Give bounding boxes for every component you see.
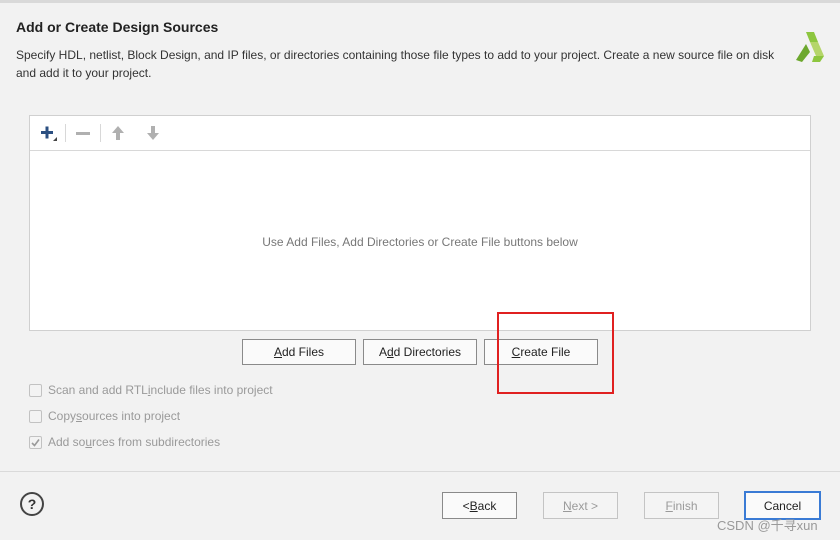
help-button[interactable]: ?	[20, 492, 44, 516]
option-label-rest: nclude files into project	[150, 383, 273, 397]
option-label: Copy	[48, 409, 77, 423]
option-copy-sources[interactable]: Copy s ources into project	[29, 407, 180, 425]
add-directories-button[interactable]: Add Directories	[363, 339, 477, 365]
watermark-text: CSDN @千寻xun	[717, 518, 818, 533]
add-directories-label: A	[378, 345, 387, 359]
option-label-rest: rces from subdirectories	[92, 435, 221, 449]
add-button[interactable]	[37, 123, 59, 143]
move-down-button[interactable]	[142, 123, 164, 143]
next-mnemonic: N	[562, 498, 572, 513]
add-directories-label-rest: d Directories	[393, 345, 462, 359]
add-files-label-rest: dd Files	[281, 345, 325, 359]
move-down-icon	[147, 126, 159, 140]
checkbox-checked[interactable]	[29, 435, 42, 449]
vivado-logo-icon	[796, 32, 824, 62]
top-border	[0, 0, 840, 3]
finish-button[interactable]: Finish	[644, 492, 719, 519]
file-list-toolbar	[30, 116, 810, 151]
footer-divider	[0, 471, 840, 472]
back-mnemonic: B	[469, 498, 478, 513]
back-label: <	[462, 498, 470, 513]
option-label: Scan and add RTL	[48, 383, 148, 397]
remove-icon	[76, 132, 90, 135]
option-mnemonic: u	[85, 435, 93, 449]
option-label: Add so	[48, 435, 86, 449]
checkbox[interactable]	[29, 383, 42, 397]
back-label-rest: ack	[477, 498, 497, 513]
toolbar-separator	[100, 124, 101, 142]
option-label-rest: ources into project	[82, 409, 181, 423]
dialog-description: Specify HDL, netlist, Block Design, and …	[16, 48, 775, 80]
back-button[interactable]: < Back	[442, 492, 517, 519]
checkbox[interactable]	[29, 409, 42, 423]
remove-button[interactable]	[72, 123, 94, 143]
add-directories-mnemonic: d	[386, 345, 394, 359]
finish-label-rest: inish	[672, 498, 698, 513]
dialog-title: Add or Create Design Sources	[16, 19, 219, 35]
option-scan-rtl-include[interactable]: Scan and add RTL i nclude files into proj…	[29, 381, 273, 399]
toolbar-separator	[65, 124, 66, 142]
empty-list-message: Use Add Files, Add Directories or Create…	[262, 235, 578, 249]
add-icon	[41, 126, 57, 141]
next-button[interactable]: Next >	[543, 492, 618, 519]
finish-mnemonic: F	[665, 498, 673, 513]
checkmark-icon	[31, 438, 40, 447]
add-files-mnemonic: A	[273, 345, 282, 359]
move-up-icon	[112, 126, 124, 140]
source-file-list[interactable]: Use Add Files, Add Directories or Create…	[29, 115, 811, 331]
add-files-button[interactable]: Add Files	[242, 339, 356, 365]
option-add-from-subdirectories[interactable]: Add so u rces from subdirectories	[29, 433, 220, 451]
next-label-rest: ext >	[571, 498, 599, 513]
move-up-button[interactable]	[107, 123, 129, 143]
highlight-annotation-box	[497, 312, 614, 394]
